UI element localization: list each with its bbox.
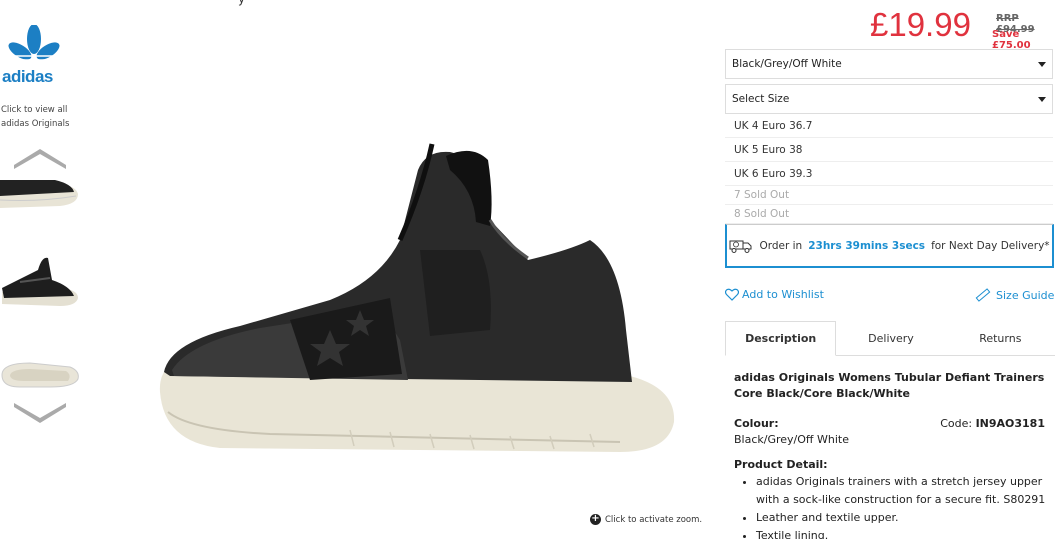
tab-description[interactable]: Description [725,321,837,356]
shoe-main-image [159,143,675,452]
adidas-logo[interactable]: adidas [2,25,66,87]
size-option-sold-out: 8 Sold Out [725,205,1053,224]
shoe-sole-thumbnail [1,362,79,388]
view-all-brand-link[interactable]: Click to view all adidas Originals [1,103,71,131]
product-info-tabs: Description Delivery Returns [725,321,1055,356]
thumbnail-up-arrow-icon[interactable] [14,147,66,169]
product-detail-list: adidas Originals trainers with a stretch… [756,473,1054,539]
thumbnail-3[interactable] [0,345,80,405]
detail-item: adidas Originals trainers with a stretch… [756,473,1054,509]
product-page: y adidas Click to view all adidas Origin… [0,0,1055,539]
zoom-hint[interactable]: + Click to activate zoom. [590,514,702,525]
trefoil-icon [2,25,66,69]
colour-value: Black/Grey/Off White [734,433,849,446]
page-title-partial: y [238,0,245,6]
detail-item: Leather and textile upper. [756,509,1054,527]
delivery-suffix: for Next Day Delivery* [931,239,1050,252]
thumbnail-1[interactable] [0,170,80,230]
delivery-truck-icon [729,240,752,253]
product-description: adidas Originals Womens Tubular Defiant … [734,370,1054,539]
size-guide-label: Size Guide [996,288,1055,302]
shoe-side-thumbnail [0,180,78,208]
plus-icon: + [590,513,601,525]
zoom-hint-text: Click to activate zoom. [605,514,703,525]
size-select[interactable]: Select Size [725,84,1053,114]
wishlist-label: Add to Wishlist [742,288,824,301]
caret-down-icon [1038,96,1046,102]
shoe-angle-thumbnail [2,257,78,306]
size-option-sold-out: 7 Sold Out [725,186,1053,205]
colour-block: Colour: Black/Grey/Off White [734,416,849,448]
size-options-list: UK 4 Euro 36.7 UK 5 Euro 38 UK 6 Euro 39… [725,114,1053,224]
tab-returns[interactable]: Returns [946,321,1055,355]
code-label: Code: [940,417,973,430]
thumbnail-2[interactable] [0,252,80,312]
code-value: IN9AO3181 [975,417,1045,430]
detail-item: Textile lining. [756,527,1054,539]
size-option[interactable]: UK 6 Euro 39.3 [725,162,1053,186]
size-guide-link[interactable]: Size Guide [975,288,1054,302]
size-option[interactable]: UK 4 Euro 36.7 [725,114,1053,138]
ruler-icon [975,288,991,302]
colour-label: Colour: [734,417,779,430]
delivery-countdown-time: 23hrs 39mins 3secs [808,239,926,252]
save-amount: Save £75.00 [992,29,1031,51]
size-option[interactable]: UK 5 Euro 38 [725,138,1053,162]
caret-down-icon [1038,61,1046,67]
thumbnail-down-arrow-icon[interactable] [14,403,66,425]
colour-select-value: Black/Grey/Off White [732,58,842,70]
current-price: £19.99 [870,6,971,43]
heart-icon [725,288,739,301]
add-to-wishlist-link[interactable]: Add to Wishlist [725,288,824,301]
delivery-prefix: Order in [759,239,803,252]
size-select-value: Select Size [732,93,790,105]
colour-code-row: Colour: Black/Grey/Off White Code: IN9AO… [734,416,1054,448]
product-title: adidas Originals Womens Tubular Defiant … [734,371,1045,400]
delivery-countdown: Order in 23hrs 39mins 3secs for Next Day… [725,224,1054,268]
brand-name: adidas [2,67,53,86]
tab-delivery[interactable]: Delivery [836,321,945,355]
product-detail-heading: Product Detail: [734,458,828,471]
main-product-image[interactable] [150,130,690,470]
code-block: Code: IN9AO3181 [940,416,1045,448]
colour-select[interactable]: Black/Grey/Off White [725,49,1053,79]
